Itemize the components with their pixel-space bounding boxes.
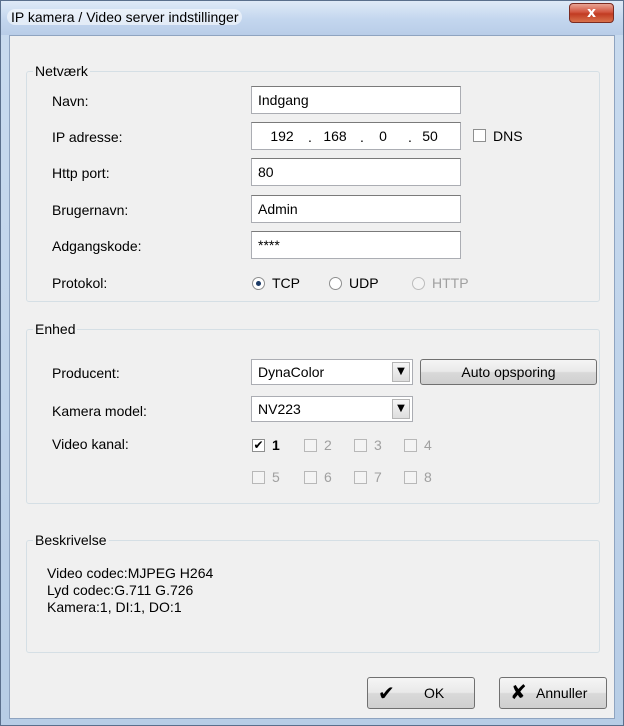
channel-1-label[interactable]: 1 [272,437,280,453]
window-title: IP kamera / Video server indstillinger [7,9,243,25]
camera-model-select-value: NV223 [258,401,301,417]
channel-3-label: 3 [374,437,382,453]
video-channel-label: Video kanal: [52,436,129,452]
chevron-down-icon[interactable]: ▼ [392,362,410,382]
channel-2-checkbox [304,439,317,452]
username-input[interactable]: Admin [251,195,461,223]
channel-8-checkbox [404,471,417,484]
http-port-label: Http port: [52,165,110,181]
cancel-button[interactable]: ✘ Annuller [499,677,607,709]
title-bar[interactable]: IP kamera / Video server indstillinger x [1,1,623,35]
description-group-legend: Beskrivelse [33,532,109,548]
channel-4-checkbox [404,439,417,452]
checkmark-icon: ✔ [253,438,264,452]
close-button[interactable]: x [569,3,614,23]
protocol-http-radio [412,277,425,290]
description-group: Beskrivelse Video codec:MJPEG H264 Lyd c… [26,532,600,653]
audio-codec-text: Lyd codec:G.711 G.726 [47,582,194,598]
camera-io-text: Kamera:1, DI:1, DO:1 [47,599,182,615]
channel-8-label: 8 [424,469,432,485]
device-group-legend: Enhed [33,321,78,337]
channel-3-checkbox [354,439,367,452]
ip-address-input[interactable]: 192 . 168 . 0 . 50 [251,122,461,150]
http-port-input[interactable]: 80 [251,158,461,186]
name-label: Navn: [52,93,89,109]
protocol-tcp-radio[interactable] [252,277,265,290]
ip-octet-3[interactable]: 0 [361,123,405,149]
radio-selected-dot [256,281,261,286]
ip-octet-1[interactable]: 192 [260,123,304,149]
auto-detect-button[interactable]: Auto opsporing [420,359,597,385]
cancel-button-label: Annuller [536,685,588,701]
name-input[interactable]: Indgang [251,86,461,114]
protocol-tcp-label[interactable]: TCP [272,275,300,291]
channel-5-label: 5 [272,469,280,485]
ok-button[interactable]: ✔ OK [367,677,475,709]
camera-model-select[interactable]: NV223 ▼ [251,396,413,422]
username-label: Brugernavn: [52,202,129,218]
manufacturer-label: Producent: [52,365,120,381]
checkmark-icon: ✔ [378,681,395,705]
channel-2-label: 2 [324,437,332,453]
camera-model-label: Kamera model: [52,403,147,419]
channel-6-label: 6 [324,469,332,485]
ip-octet-4[interactable]: 50 [408,123,452,149]
network-group-legend: Netværk [33,63,90,79]
channel-1-checkbox[interactable]: ✔ [252,439,265,452]
x-icon: ✘ [510,680,527,704]
ip-octet-2[interactable]: 168 [313,123,357,149]
password-label: Adgangskode: [52,238,142,254]
network-group: Netværk Navn: Indgang IP adresse: 192 . … [26,63,600,302]
dialog-body: Netværk Navn: Indgang IP adresse: 192 . … [9,35,615,719]
protocol-udp-label[interactable]: UDP [349,275,379,291]
password-input[interactable]: **** [251,231,461,259]
protocol-udp-radio[interactable] [329,277,342,290]
chevron-down-icon[interactable]: ▼ [392,399,410,419]
close-icon: x [586,5,597,21]
dns-checkbox[interactable] [473,129,486,142]
manufacturer-select-value: DynaColor [258,364,325,380]
manufacturer-select[interactable]: DynaColor ▼ [251,359,413,385]
device-group: Enhed Producent: DynaColor ▼ Auto opspor… [26,321,600,504]
channel-7-label: 7 [374,469,382,485]
channel-4-label: 4 [424,437,432,453]
channel-5-checkbox [252,471,265,484]
dialog-window: IP kamera / Video server indstillinger x… [0,0,624,726]
video-codec-text: Video codec:MJPEG H264 [47,565,214,581]
ip-address-label: IP adresse: [52,129,123,145]
protocol-label: Protokol: [52,275,108,291]
protocol-http-label: HTTP [432,275,469,291]
channel-6-checkbox [304,471,317,484]
ok-button-label: OK [424,685,445,701]
channel-7-checkbox [354,471,367,484]
dns-label: DNS [493,128,523,144]
